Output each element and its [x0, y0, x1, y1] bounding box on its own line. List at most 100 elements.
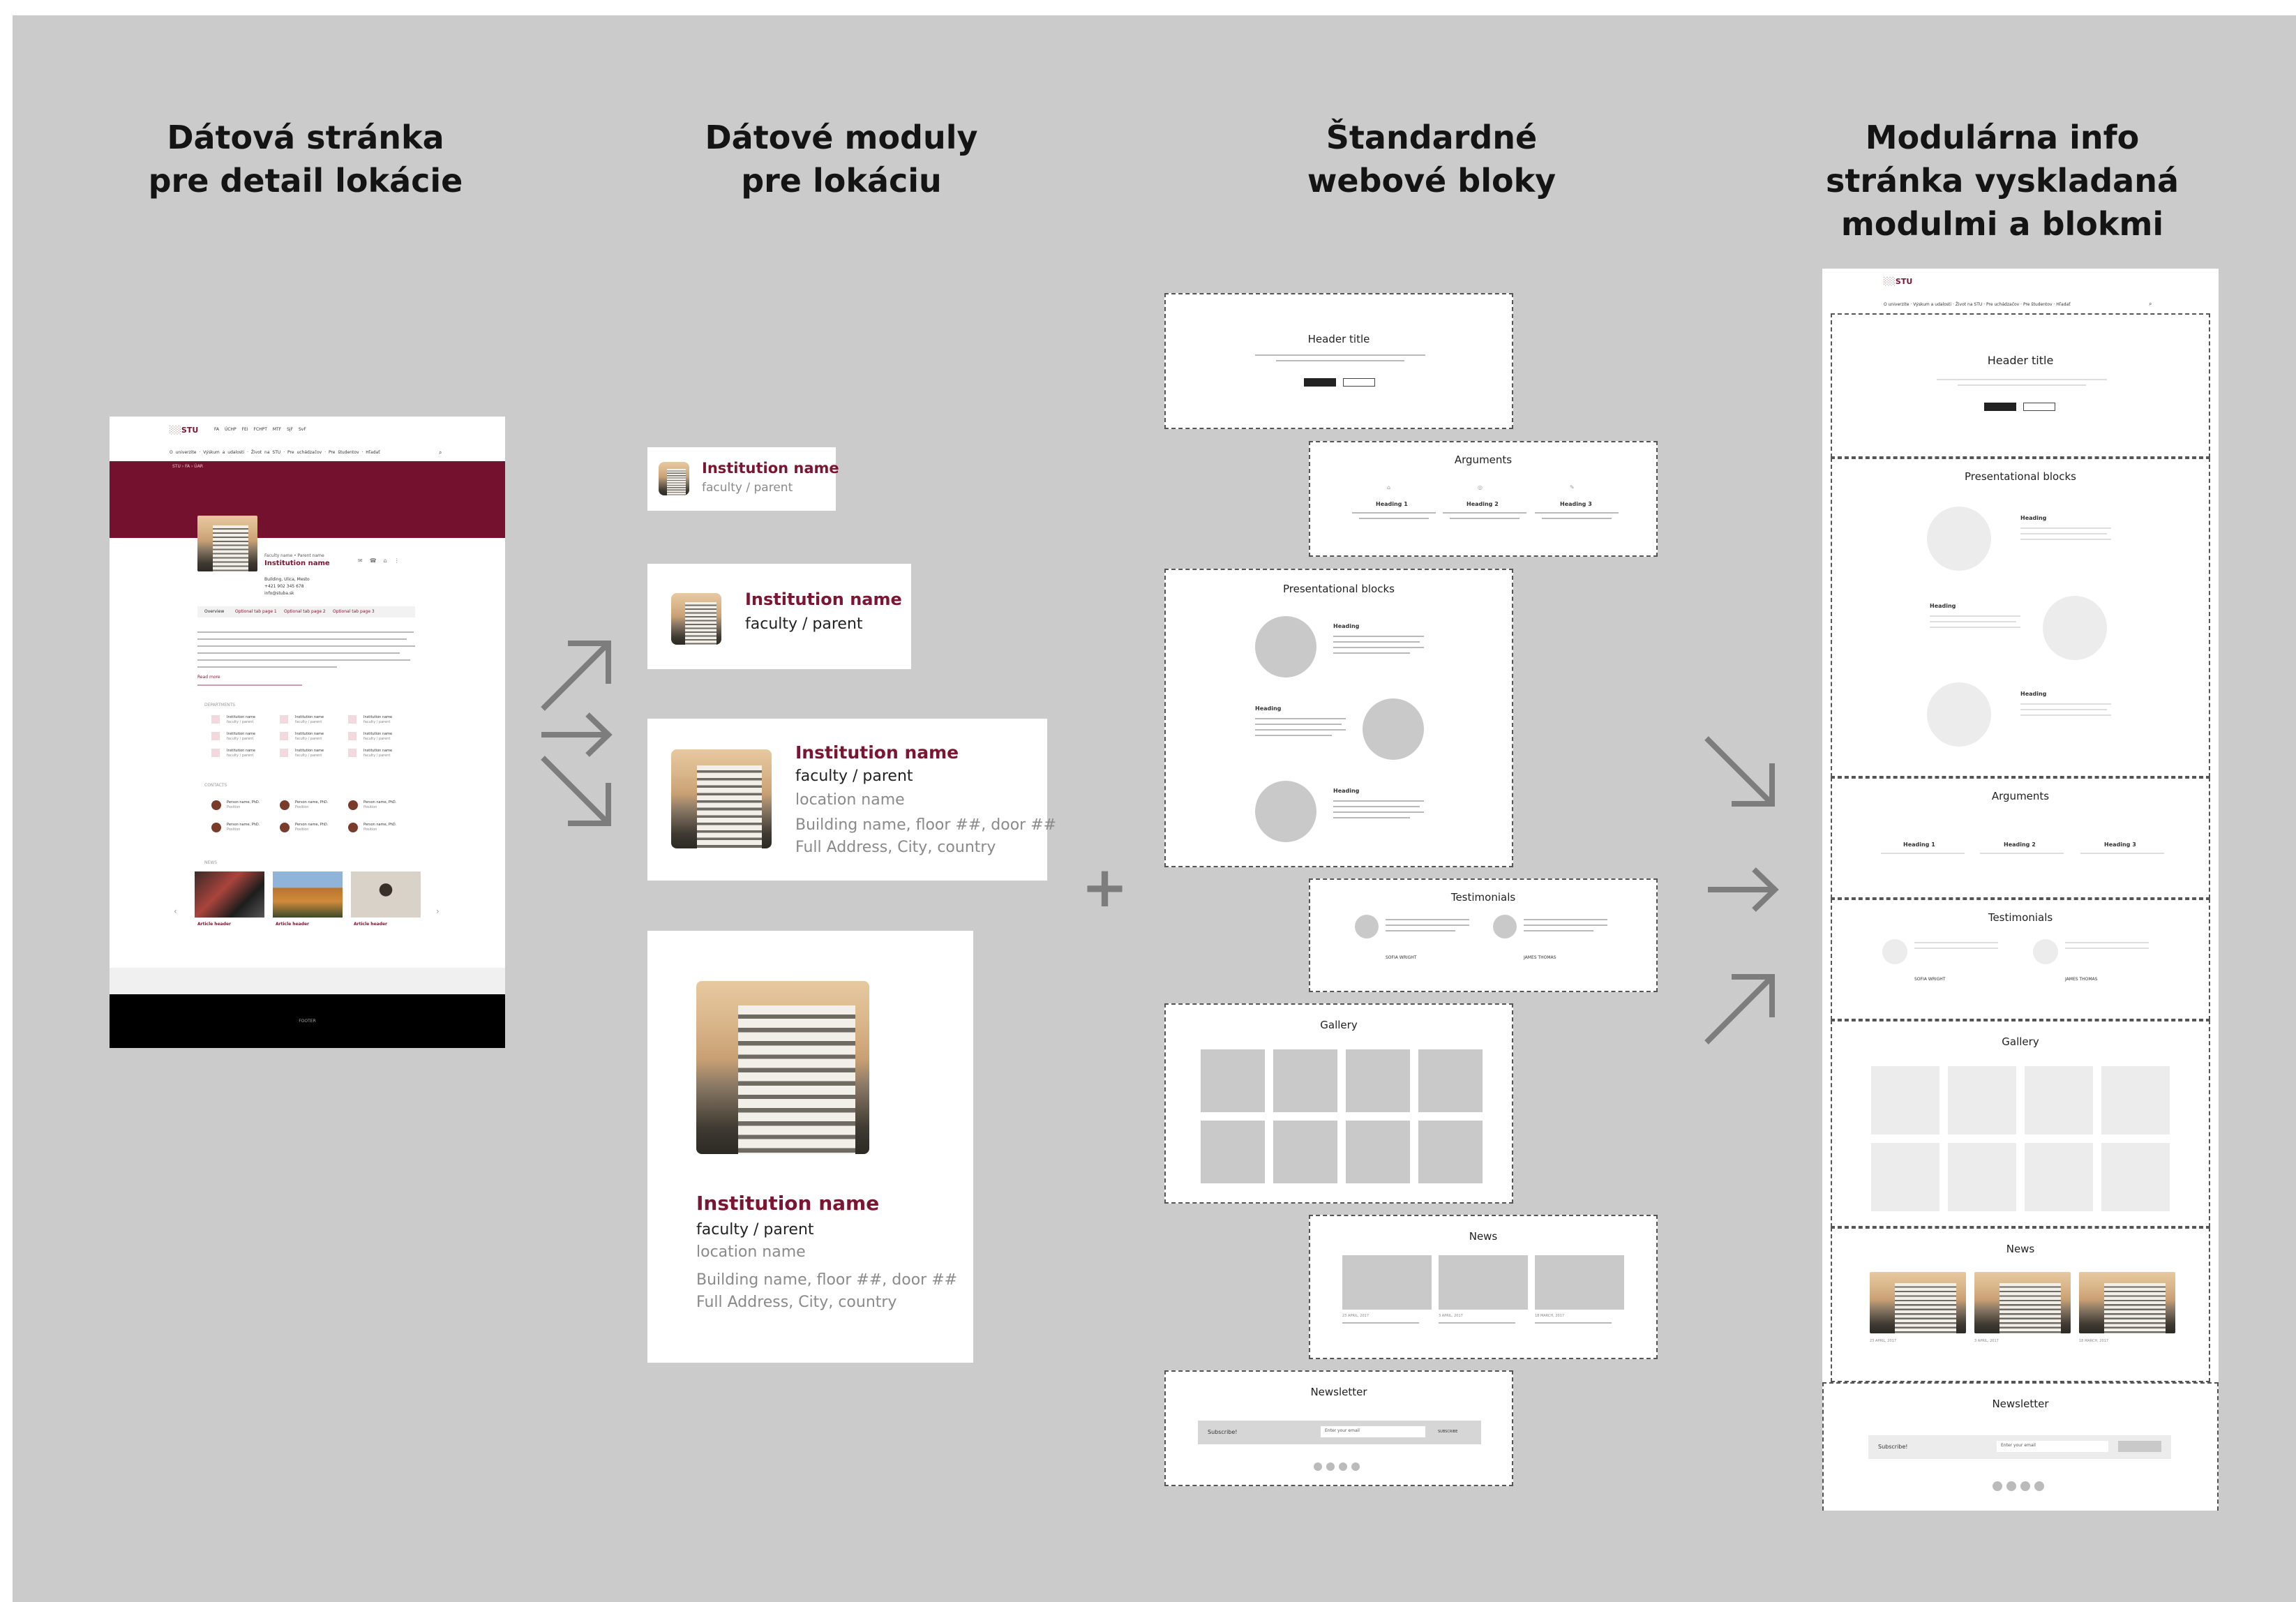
module-small: Institution name faculty / parent — [647, 447, 839, 511]
news-image-3 — [351, 871, 421, 918]
department-item[interactable]: Institution name — [295, 749, 324, 753]
email[interactable]: info@stuba.sk — [264, 591, 294, 596]
news-date-1: 23 APRIL, 2017 — [1342, 1314, 1370, 1318]
contact-person[interactable]: Person name, PhD. — [227, 800, 260, 804]
section-departments: DEPARTMENTS — [204, 703, 236, 708]
news-image-1 — [195, 871, 264, 918]
search-icon[interactable]: ⌕ — [2149, 301, 2152, 308]
argument-heading-2: Heading 2 — [1466, 501, 1499, 507]
contact-position: Position — [227, 828, 241, 832]
avatar — [1493, 915, 1517, 938]
department-sub: faculty / parent — [363, 754, 391, 758]
tool-icon: ✎ — [1570, 484, 1575, 491]
department-item[interactable]: Institution name — [227, 732, 255, 736]
avatar — [211, 823, 221, 832]
page-news-block: News 23 APRIL, 2017 3 APRIL, 2017 18 MAR… — [1831, 1227, 2210, 1382]
breadcrumb: STU › FA › ÚAR — [172, 464, 203, 469]
briefcase-icon: ⌂ — [1387, 484, 1391, 491]
newsletter-title: Newsletter — [1310, 1386, 1367, 1398]
module-small-name: Institution name — [702, 460, 839, 477]
module-medium-faculty: faculty / parent — [745, 615, 863, 633]
contact-person[interactable]: Person name, PhD. — [363, 800, 396, 804]
avatar — [211, 800, 221, 810]
section-contacts: CONTACTS — [204, 783, 227, 788]
arrow-up-right-icon — [1702, 970, 1779, 1047]
department-item[interactable]: Institution name — [227, 749, 255, 753]
block-news: News 23 APRIL, 2017 3 APRIL, 2017 18 MAR… — [1309, 1215, 1658, 1359]
contact-person[interactable]: Person name, PhD. — [295, 800, 328, 804]
department-sub: faculty / parent — [295, 754, 322, 758]
stu-logo: ░░STU — [1884, 277, 1913, 286]
department-sub: faculty / parent — [227, 737, 254, 741]
column-title-modular-page: Modulárna info stránka vyskladaná modulmi … — [1826, 119, 2179, 243]
department-item[interactable]: Institution name — [363, 715, 392, 719]
page-presentational-block: Presentational blocks Heading Heading He… — [1831, 458, 2210, 777]
news-date-3: 18 MARCH, 2017 — [1535, 1314, 1565, 1318]
article-header-1: Article header — [197, 922, 232, 927]
footer: FOOTER — [110, 994, 505, 1048]
modular-page-mockup: ░░STU O univerzite · Výskum a udalosti ·… — [1822, 269, 2219, 1511]
page-gallery-block: Gallery — [1831, 1020, 2210, 1227]
article-header-3: Article header — [354, 922, 388, 927]
department-item[interactable]: Institution name — [295, 732, 324, 736]
module-large-location: location name — [795, 791, 905, 809]
column-title-web-blocks: Štandardné webové bloky — [1307, 119, 1556, 200]
department-icon — [348, 715, 357, 724]
avatar — [348, 800, 358, 810]
institution-photo — [197, 516, 257, 571]
testimonial-person-1: SOFIA WRIGHT — [1386, 955, 1417, 960]
primary-button[interactable] — [1304, 378, 1336, 387]
department-item[interactable]: Institution name — [363, 732, 392, 736]
tab-overview[interactable]: Overview — [204, 609, 224, 614]
tab-optional-3[interactable]: Optional tab page 3 — [333, 609, 375, 614]
arrow-right-icon — [539, 710, 615, 759]
contact-icons: ✉☎⌂⋮ — [358, 557, 407, 564]
chevron-left-icon[interactable]: ‹ — [174, 906, 177, 916]
avatar — [1355, 915, 1379, 938]
presentational-heading-3: Heading — [1333, 788, 1360, 794]
read-more-link[interactable]: Read more — [197, 675, 220, 680]
module-card-location: location name — [696, 1243, 806, 1261]
column-title-data-modules: Dátové moduly pre lokáciu — [705, 119, 978, 200]
block-testimonials: Testimonials SOFIA WRIGHT JAMES THOMAS — [1309, 878, 1658, 992]
module-card-name: Institution name — [696, 1192, 880, 1215]
hero-banner: STU › FA › ÚAR — [110, 461, 505, 538]
page-testimonials-block: Testimonials SOFIA WRIGHT JAMES THOMAS — [1831, 899, 2210, 1020]
module-large-building: Building name, floor ##, door ## — [795, 816, 1057, 834]
module-card-faculty: faculty / parent — [696, 1221, 814, 1238]
subscribe-button[interactable]: SUBSCRIBE — [1438, 1430, 1457, 1434]
department-item[interactable]: Institution name — [295, 715, 324, 719]
module-large-name: Institution name — [795, 742, 959, 763]
top-nav: FA ÚCHP FEI FCHPT MTF SjF SvF — [214, 427, 306, 432]
block-gallery: Gallery — [1164, 1003, 1513, 1204]
department-item[interactable]: Institution name — [363, 749, 392, 753]
avatar — [280, 800, 290, 810]
main-nav: O univerzite · Výskum a udalosti · Život… — [1884, 302, 2071, 307]
tab-optional-1[interactable]: Optional tab page 1 — [235, 609, 277, 614]
argument-heading-1: Heading 1 — [1376, 501, 1408, 507]
block-presentational: Presentational blocks Heading Heading He… — [1164, 569, 1513, 867]
module-large-address: Full Address, City, country — [795, 839, 996, 856]
department-item[interactable]: Institution name — [227, 715, 255, 719]
header-title: Header title — [1307, 333, 1370, 345]
stu-logo: ░░STU — [170, 426, 199, 435]
module-large: Institution name faculty / parent locati… — [647, 719, 1056, 881]
department-icon — [348, 732, 357, 740]
search-icon[interactable]: ⌕ — [439, 449, 442, 456]
chevron-right-icon[interactable]: › — [436, 906, 440, 916]
primary-button[interactable] — [1984, 403, 2016, 411]
contact-person[interactable]: Person name, PhD. — [295, 823, 328, 827]
tab-optional-2[interactable]: Optional tab page 2 — [284, 609, 326, 614]
testimonials-title: Testimonials — [1450, 891, 1516, 904]
detail-page-mockup: ░░STU FA ÚCHP FEI FCHPT MTF SjF SvF O un… — [110, 417, 505, 1048]
department-sub: faculty / parent — [227, 754, 254, 758]
contact-person[interactable]: Person name, PhD. — [227, 823, 260, 827]
contact-person[interactable]: Person name, PhD. — [363, 823, 396, 827]
email-input[interactable]: Enter your email — [1321, 1426, 1425, 1437]
module-card-address: Full Address, City, country — [696, 1294, 897, 1311]
secondary-button[interactable] — [1343, 378, 1375, 387]
department-icon — [211, 715, 220, 724]
department-icon — [211, 732, 220, 740]
department-sub: faculty / parent — [295, 737, 322, 741]
secondary-button[interactable] — [2023, 403, 2055, 411]
